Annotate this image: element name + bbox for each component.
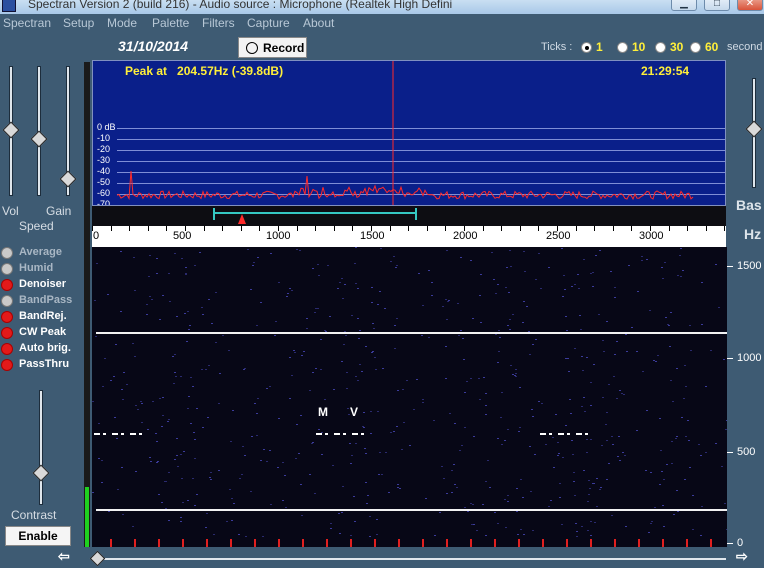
base-label: Bas (736, 197, 762, 213)
record-button[interactable]: Record (238, 37, 307, 58)
spectrum-line (116, 170, 694, 201)
vol-slider[interactable] (2, 66, 20, 196)
maximize-button[interactable]: □ (704, 0, 730, 11)
speed-slider[interactable] (30, 66, 48, 196)
enable-button[interactable]: Enable (5, 526, 71, 546)
toggle-icon (1, 327, 13, 339)
menu-filters[interactable]: Filters (202, 16, 235, 30)
option-passthru[interactable]: PassThru (0, 358, 80, 374)
gain-label: Gain (46, 204, 72, 218)
ruler-label: 1500 (360, 230, 385, 242)
radio-icon (581, 42, 592, 53)
menu-spectran[interactable]: Spectran (3, 16, 51, 30)
menu-setup[interactable]: Setup (63, 16, 94, 30)
menu-about[interactable]: About (303, 16, 334, 30)
frequency-ruler: 0 500 1000 1500 2000 2500 3000 (92, 226, 726, 247)
gain-slider[interactable] (59, 66, 77, 196)
menu-mode[interactable]: Mode (107, 16, 137, 30)
contrast-label: Contrast (11, 508, 57, 522)
window-title: Spectran Version 2 (build 216) - Audio s… (28, 0, 453, 11)
vol-label: Vol (2, 204, 19, 218)
speed-slider-thumb[interactable] (30, 130, 48, 148)
marker-v: V (350, 405, 359, 419)
contrast-slider-thumb[interactable] (32, 464, 50, 482)
menu-capture[interactable]: Capture (247, 16, 290, 30)
app-icon (2, 0, 16, 12)
contrast-slider[interactable] (32, 390, 50, 505)
ruler-label: 1000 (266, 230, 291, 242)
seconds-label: second (727, 41, 763, 53)
hz-label-1500: 1500 (737, 260, 762, 272)
toggle-icon (1, 311, 13, 323)
scroll-thumb[interactable] (89, 550, 106, 567)
hz-unit-label: Hz (744, 226, 762, 242)
toggle-icon (1, 295, 13, 307)
toggle-icon (1, 279, 13, 291)
bandwidth-selector[interactable] (92, 206, 726, 226)
ruler-label: 0 (93, 230, 100, 242)
hz-label-500: 500 (737, 446, 756, 458)
toggle-icon (1, 359, 13, 371)
ruler-label: 2500 (546, 230, 571, 242)
option-humid[interactable]: Humid (0, 262, 80, 278)
waterfall-frequency-scale: 1500 1000 500 0 (727, 247, 764, 549)
toggle-icon (1, 247, 13, 259)
tuning-marker-icon (238, 214, 246, 224)
record-icon (246, 42, 258, 54)
title-bar: Spectran Version 2 (build 216) - Audio s… (0, 0, 764, 14)
ruler-label: 3000 (639, 230, 664, 242)
ruler-label: 500 (173, 230, 192, 242)
radio-icon (655, 42, 666, 53)
option-cw-peak[interactable]: CW Peak (0, 326, 80, 342)
level-meter (84, 62, 90, 547)
toggle-icon (1, 263, 13, 275)
tick-option-1[interactable]: 1 (581, 40, 611, 54)
spectrum-display: Peak at 204.57Hz (-39.8dB) 21:29:54 0 dB… (92, 60, 726, 206)
waterfall-display: M V (92, 247, 727, 547)
option-average[interactable]: Average (0, 246, 80, 262)
ticks-label: Ticks : (541, 41, 573, 53)
speed-label: Speed (19, 219, 54, 233)
menu-palette[interactable]: Palette (152, 16, 189, 30)
radio-icon (617, 42, 628, 53)
gain-slider-thumb[interactable] (59, 170, 77, 188)
scroll-left-arrow-icon[interactable]: ⇦ (58, 548, 70, 565)
spectrum-trace (116, 61, 694, 205)
base-slider-thumb[interactable] (745, 120, 763, 138)
ruler-label: 2000 (453, 230, 478, 242)
radio-icon (690, 42, 701, 53)
toggle-icon (1, 343, 13, 355)
vol-slider-thumb[interactable] (2, 121, 20, 139)
base-slider[interactable] (745, 78, 763, 188)
horizontal-scrollbar[interactable] (89, 550, 726, 568)
tick-option-60[interactable]: 60 (690, 40, 726, 54)
minimize-button[interactable]: ▁ (671, 0, 697, 11)
scroll-right-arrow-icon[interactable]: ⇨ (736, 548, 748, 565)
close-button[interactable]: ✕ (737, 0, 763, 11)
option-bandpass[interactable]: BandPass (0, 294, 80, 310)
menu-bar: Spectran Setup Mode Palette Filters Capt… (0, 14, 764, 33)
option-denoiser[interactable]: Denoiser (0, 278, 80, 294)
filter-options: Average Humid Denoiser BandPass BandRej.… (0, 246, 90, 376)
marker-m: M (318, 405, 328, 419)
record-label: Record (263, 41, 305, 55)
option-auto-brig[interactable]: Auto brig. (0, 342, 80, 358)
date-display: 31/10/2014 (118, 38, 189, 54)
option-bandrej[interactable]: BandRej. (0, 310, 80, 326)
hz-label-1000: 1000 (737, 352, 762, 364)
tick-option-10[interactable]: 10 (617, 40, 653, 54)
tick-option-30[interactable]: 30 (655, 40, 691, 54)
